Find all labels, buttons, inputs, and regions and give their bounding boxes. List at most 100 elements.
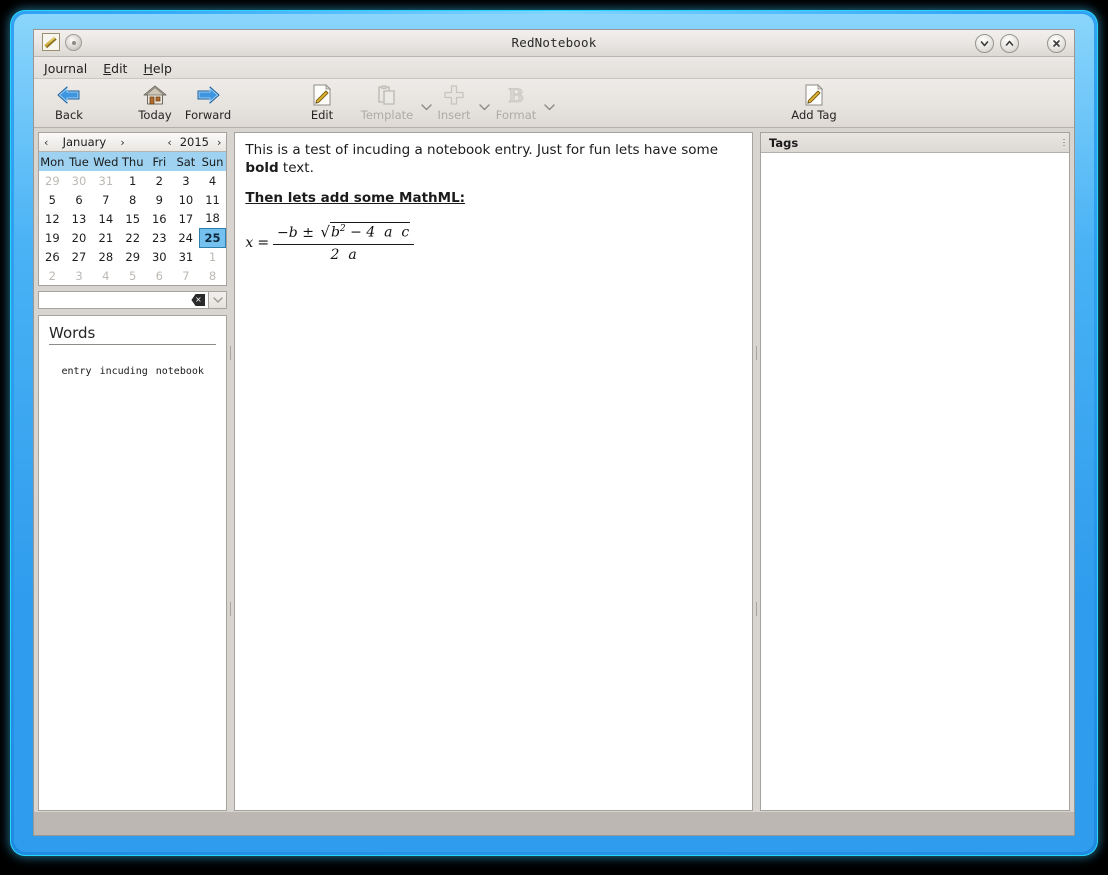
calendar-day[interactable]: 8 bbox=[199, 266, 226, 285]
calendar-day[interactable]: 24 bbox=[173, 228, 200, 247]
calendar-prev-month-button[interactable]: ‹ bbox=[42, 136, 50, 149]
calendar-day[interactable]: 5 bbox=[119, 266, 146, 285]
formula-radicand-a: a bbox=[384, 224, 393, 241]
word-cloud-item[interactable]: notebook bbox=[156, 366, 204, 377]
toolbar-template-button[interactable]: Template bbox=[356, 83, 418, 121]
toolbar-insert-button[interactable]: Insert bbox=[423, 83, 485, 121]
calendar-grid: Mon Tue Wed Thu Fri Sat Sun 29 30 31 1 2 3 4 5 6… bbox=[39, 152, 227, 285]
entry-heading: Then lets add some MathML: bbox=[245, 190, 466, 207]
close-button[interactable] bbox=[1047, 34, 1066, 53]
menu-edit[interactable]: Edit bbox=[103, 61, 127, 76]
calendar-day[interactable]: 7 bbox=[92, 190, 119, 209]
entry-paragraph: This is a test of incuding a notebook en… bbox=[245, 141, 742, 177]
toolbar-forward-label: Forward bbox=[184, 108, 232, 122]
calendar-day[interactable]: 4 bbox=[199, 171, 226, 190]
toolbar-forward-button[interactable]: Forward bbox=[177, 83, 239, 121]
calendar-day[interactable]: 29 bbox=[39, 171, 66, 190]
status-bar bbox=[34, 811, 1074, 835]
calendar-day[interactable]: 30 bbox=[66, 171, 93, 190]
calendar-days: 29 30 31 1 2 3 4 5 6 7 8 9 10 11 12 13 14 15 16 17 18 19 20 21 2… bbox=[39, 171, 227, 285]
calendar-day[interactable]: 19 bbox=[39, 228, 66, 247]
title-bar[interactable]: RedNotebook bbox=[34, 30, 1074, 57]
menu-journal-label: ournal bbox=[47, 61, 88, 76]
calendar-day[interactable]: 21 bbox=[92, 228, 119, 247]
calendar-day[interactable]: 1 bbox=[119, 171, 146, 190]
format-chevron-down-icon[interactable] bbox=[542, 101, 556, 114]
calendar-day[interactable]: 30 bbox=[146, 247, 173, 266]
clear-backspace-icon[interactable]: × bbox=[191, 294, 206, 306]
sidebar-splitter[interactable] bbox=[227, 132, 235, 811]
calendar-day[interactable]: 26 bbox=[39, 247, 66, 266]
calendar-prev-year-button[interactable]: ‹ bbox=[165, 136, 173, 149]
calendar-day[interactable]: 5 bbox=[39, 190, 66, 209]
calendar-day[interactable]: 22 bbox=[119, 228, 146, 247]
formula-denominator-num: 2 bbox=[330, 246, 340, 263]
menu-help[interactable]: Help bbox=[143, 61, 172, 76]
calendar-day[interactable]: 6 bbox=[146, 266, 173, 285]
formula-radicand-exponent: 2 bbox=[339, 224, 346, 234]
calendar-day[interactable]: 6 bbox=[66, 190, 93, 209]
calendar-day[interactable]: 2 bbox=[39, 266, 66, 285]
toolbar-add-tag-label: Add Tag bbox=[791, 108, 837, 122]
calendar-next-year-button[interactable]: › bbox=[215, 136, 223, 149]
calendar-day[interactable]: 23 bbox=[146, 228, 173, 247]
formula-numerator-prefix: −b ± bbox=[277, 224, 314, 241]
toolbar-edit-label: Edit bbox=[310, 108, 334, 122]
splitter-grip bbox=[230, 602, 232, 616]
calendar-day[interactable]: 28 bbox=[92, 247, 119, 266]
calendar-day[interactable]: 13 bbox=[66, 209, 93, 228]
calendar-day[interactable]: 11 bbox=[199, 190, 226, 209]
menu-help-label: elp bbox=[152, 61, 172, 76]
entry-text-area[interactable]: This is a test of incuding a notebook en… bbox=[234, 132, 753, 811]
formula-radicand-c: c bbox=[401, 224, 410, 241]
search-chevron-down-icon[interactable] bbox=[209, 291, 228, 309]
formula-denominator-a: a bbox=[348, 246, 357, 263]
calendar-day[interactable]: 31 bbox=[173, 247, 200, 266]
splitter-grip bbox=[756, 602, 757, 616]
plus-icon bbox=[423, 83, 485, 107]
minimize-button[interactable] bbox=[975, 34, 994, 53]
calendar-day[interactable]: 4 bbox=[92, 266, 119, 285]
word-cloud-item[interactable]: incuding bbox=[100, 366, 148, 377]
calendar-day[interactable]: 8 bbox=[119, 190, 146, 209]
calendar-day[interactable]: 3 bbox=[173, 171, 200, 190]
entry-paragraph-suffix: text. bbox=[278, 160, 314, 177]
calendar-day[interactable]: 18 bbox=[199, 209, 226, 228]
calendar-day[interactable]: 20 bbox=[66, 228, 93, 247]
menu-journal[interactable]: Journal bbox=[44, 61, 87, 76]
tags-list[interactable] bbox=[761, 153, 1069, 810]
calendar-day[interactable]: 16 bbox=[146, 209, 173, 228]
calendar-weekday: Thu bbox=[119, 152, 147, 171]
calendar-next-month-button[interactable]: › bbox=[118, 136, 126, 149]
arrow-left-icon bbox=[38, 83, 100, 107]
word-cloud-item[interactable]: entry bbox=[61, 366, 91, 377]
calendar-day[interactable]: 27 bbox=[66, 247, 93, 266]
calendar-day[interactable]: 1 bbox=[199, 247, 226, 266]
tags-column-resize-handle[interactable] bbox=[1063, 139, 1065, 147]
calendar-day[interactable]: 7 bbox=[173, 266, 200, 285]
toolbar-edit-button[interactable]: Edit bbox=[291, 83, 353, 121]
calendar-day[interactable]: 12 bbox=[39, 209, 66, 228]
calendar-week-row: 5 6 7 8 9 10 11 bbox=[39, 190, 226, 209]
formula-denominator: 2 a bbox=[327, 245, 361, 265]
calendar-week-row: 12 13 14 15 16 17 18 bbox=[39, 209, 226, 228]
maximize-button[interactable] bbox=[1000, 34, 1019, 53]
calendar-day[interactable]: 10 bbox=[173, 190, 200, 209]
calendar-day[interactable]: 2 bbox=[146, 171, 173, 190]
formula-equals: = bbox=[257, 234, 270, 251]
tags-panel: Tags bbox=[760, 132, 1070, 811]
calendar-day[interactable]: 29 bbox=[119, 247, 146, 266]
tags-splitter[interactable] bbox=[753, 132, 760, 811]
calendar-day[interactable]: 15 bbox=[119, 209, 146, 228]
calendar-day[interactable]: 3 bbox=[66, 266, 93, 285]
search-input[interactable]: × bbox=[38, 291, 210, 309]
toolbar-format-button[interactable]: B Format bbox=[485, 83, 547, 121]
calendar-day[interactable]: 17 bbox=[173, 209, 200, 228]
calendar-day[interactable]: 31 bbox=[92, 171, 119, 190]
toolbar-add-tag-button[interactable]: Add Tag bbox=[783, 83, 845, 121]
calendar-day[interactable]: 14 bbox=[92, 209, 119, 228]
calendar-day[interactable]: 9 bbox=[146, 190, 173, 209]
toolbar-back-button[interactable]: Back bbox=[38, 83, 100, 121]
tags-panel-header[interactable]: Tags bbox=[761, 133, 1069, 153]
calendar-day-selected[interactable]: 25 bbox=[198, 227, 227, 248]
